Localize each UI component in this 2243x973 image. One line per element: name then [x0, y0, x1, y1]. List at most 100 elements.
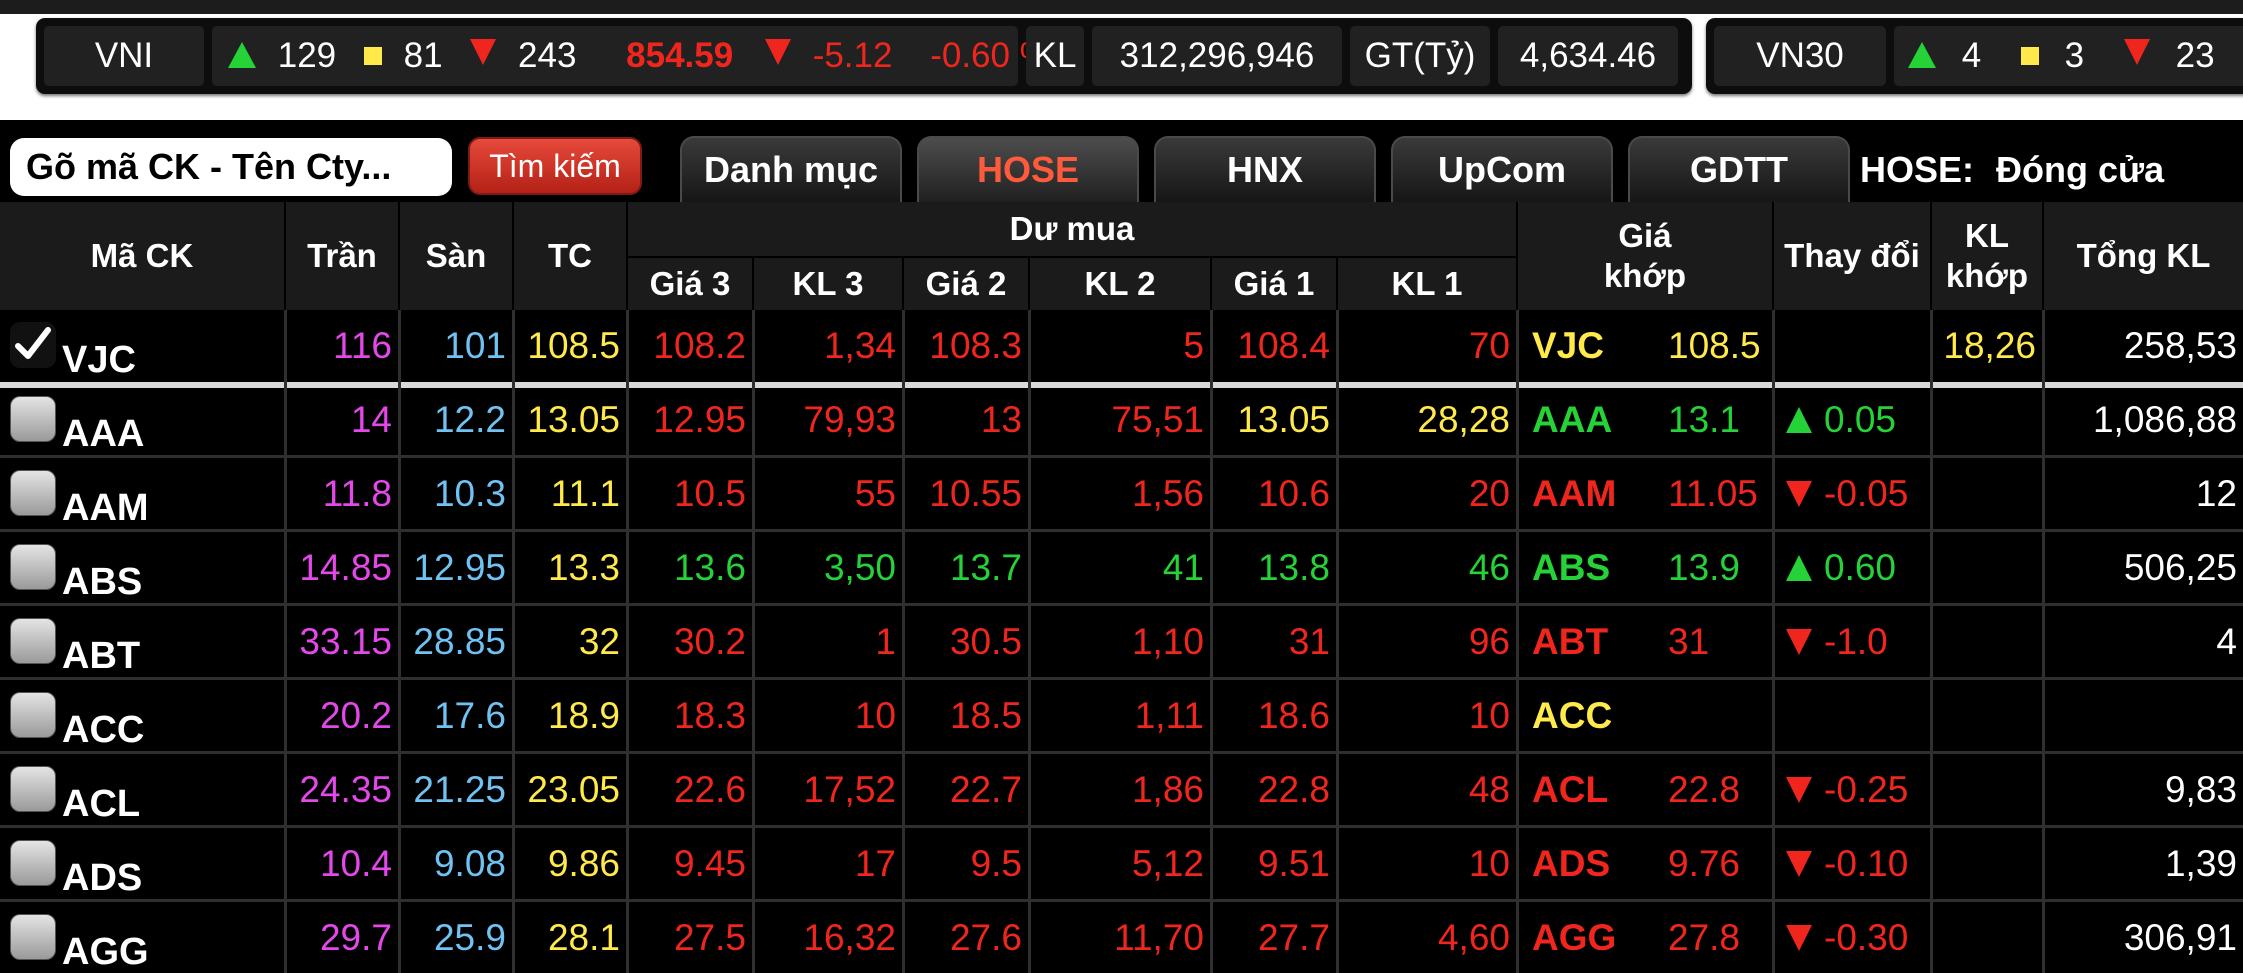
row-reference: 13.05 — [527, 399, 620, 440]
row-match-symbol: AAA — [1532, 399, 1613, 440]
row-checkbox[interactable] — [10, 470, 56, 516]
row-bid-vol-2: 75,51 — [1111, 399, 1204, 440]
vn30-index-panel[interactable]: VN30 4 3 23 — [1706, 18, 2243, 94]
header-bid-group: Dư mua — [628, 202, 1516, 256]
column-divider — [1028, 310, 1031, 973]
column-divider — [1210, 310, 1213, 973]
row-bid-price-3: 18.3 — [673, 695, 746, 736]
row-bid-vol-3: 79,93 — [803, 399, 896, 440]
header-bid-price-3: Giá 3 — [628, 258, 752, 310]
row-reference: 18.9 — [547, 695, 620, 736]
tab-watchlist[interactable]: Danh mục — [680, 136, 902, 202]
row-total-volume — [2044, 680, 2243, 752]
tab-hose[interactable]: HOSE — [917, 136, 1139, 202]
vn30-index-name: VN30 — [1714, 26, 1886, 86]
row-match-volume — [1932, 458, 2042, 530]
row-bid-vol-2: 5 — [1183, 325, 1204, 366]
row-bid-price-3: 27.5 — [673, 917, 746, 958]
row-total-volume: 4 — [2216, 621, 2237, 662]
row-change: -0.10 — [1786, 828, 1942, 900]
header-match-price: Giá khớp — [1518, 202, 1772, 310]
symbol-search-input[interactable]: Gõ mã CK - Tên Cty... — [10, 138, 452, 196]
vn30-unchanged: 3 — [2064, 36, 2085, 75]
row-bid-price-3: 108.2 — [653, 325, 746, 366]
row-total-volume: 506,25 — [2123, 547, 2237, 588]
header-floor: Sàn — [400, 202, 512, 310]
row-bid-price-3: 22.6 — [673, 769, 746, 810]
row-ceiling: 20.2 — [319, 695, 392, 736]
row-checkbox[interactable] — [10, 618, 56, 664]
tab-hnx[interactable]: HNX — [1154, 136, 1376, 202]
row-match-price: 9.76 — [1668, 843, 1741, 884]
row-checkbox[interactable] — [10, 766, 56, 812]
row-bid-vol-3: 16,32 — [803, 917, 896, 958]
row-bid-vol-3: 10 — [854, 695, 896, 736]
row-change-value: -0.05 — [1824, 473, 1909, 514]
vn30-breadth: 4 3 23 — [1894, 26, 2243, 86]
row-bid-price-3: 10.5 — [673, 473, 746, 514]
unchanged-square-icon — [2020, 47, 2039, 65]
row-checkbox[interactable] — [10, 544, 56, 590]
decline-arrow-icon — [2123, 39, 2150, 65]
row-change: -1.0 — [1786, 606, 1942, 678]
header-symbol[interactable]: Mã CK — [0, 202, 284, 310]
row-bid-price-2: 13 — [980, 399, 1022, 440]
row-checkbox[interactable] — [10, 692, 56, 738]
column-divider — [512, 310, 515, 973]
row-bid-vol-1: 48 — [1468, 769, 1510, 810]
market-status-text: Đóng cửa — [1996, 149, 2165, 190]
row-match-volume — [1932, 680, 2042, 752]
row-total-volume: 258,53 — [2123, 325, 2237, 366]
row-bid-vol-2: 1,56 — [1131, 473, 1204, 514]
column-divider — [2042, 310, 2045, 973]
row-bid-vol-3: 55 — [854, 473, 896, 514]
row-match-volume — [1932, 384, 2042, 456]
row-match-volume — [1932, 828, 2042, 900]
row-ceiling: 29.7 — [319, 917, 392, 958]
row-reference: 13.3 — [547, 547, 620, 588]
vni-trade-value-label: GT(Tỷ) — [1350, 26, 1490, 86]
row-bid-price-1: 108.4 — [1237, 325, 1330, 366]
price-board: Mã CK Trần Sàn TC Dư mua Giá 3 KL 3 Giá … — [0, 202, 2243, 973]
row-checkbox[interactable] — [10, 396, 56, 442]
row-total-volume: 306,91 — [2123, 917, 2237, 958]
row-floor: 101 — [444, 325, 506, 366]
row-ceiling: 11.8 — [322, 473, 392, 514]
checkmark-icon — [15, 327, 51, 359]
row-match-price: 108.5 — [1668, 325, 1761, 366]
market-status: HOSE: Đóng cửa — [1860, 140, 2164, 200]
header-bid-price-1: Giá 1 — [1212, 258, 1336, 310]
tab-upcom[interactable]: UpCom — [1391, 136, 1613, 202]
row-match-symbol: ABS — [1532, 547, 1611, 588]
row-floor: 12.95 — [413, 547, 506, 588]
row-bid-price-1: 13.8 — [1257, 547, 1330, 588]
vni-index-panel[interactable]: VNI 129 81 243 854.59 -5.12 -0.60 % KL 3… — [36, 18, 1692, 94]
row-checkbox[interactable] — [10, 840, 56, 886]
row-bid-vol-1: 70 — [1468, 325, 1510, 366]
row-bid-price-3: 30.2 — [673, 621, 746, 662]
header-match-price-line2: khớp — [1603, 257, 1687, 294]
advance-arrow-icon — [1908, 42, 1936, 68]
row-bid-price-1: 13.05 — [1237, 399, 1330, 440]
row-checkbox[interactable] — [10, 914, 56, 960]
tab-gdtt[interactable]: GDTT — [1628, 136, 1850, 202]
vni-volume: 312,296,946 — [1092, 26, 1342, 86]
row-change-value: 0.60 — [1824, 547, 1897, 588]
column-divider — [752, 310, 755, 973]
row-match-volume — [1932, 902, 2042, 973]
row-match-symbol: ADS — [1532, 843, 1611, 884]
row-ceiling: 33.15 — [299, 621, 392, 662]
vni-advances: 129 — [277, 36, 337, 75]
search-button[interactable]: Tìm kiếm — [468, 137, 642, 195]
row-floor: 12.2 — [433, 399, 506, 440]
row-bid-price-2: 22.7 — [949, 769, 1022, 810]
row-change-value: 0.05 — [1824, 399, 1897, 440]
row-checkbox-checked[interactable] — [10, 322, 56, 368]
vni-index-value: 854.59 — [626, 36, 734, 75]
row-symbol[interactable]: AGG — [62, 916, 149, 973]
change-down-arrow-icon — [1786, 851, 1812, 877]
row-bid-price-2: 108.3 — [929, 325, 1022, 366]
column-divider — [1516, 310, 1519, 973]
row-change: 0.05 — [1786, 384, 1942, 456]
row-bid-vol-3: 1,34 — [823, 325, 896, 366]
